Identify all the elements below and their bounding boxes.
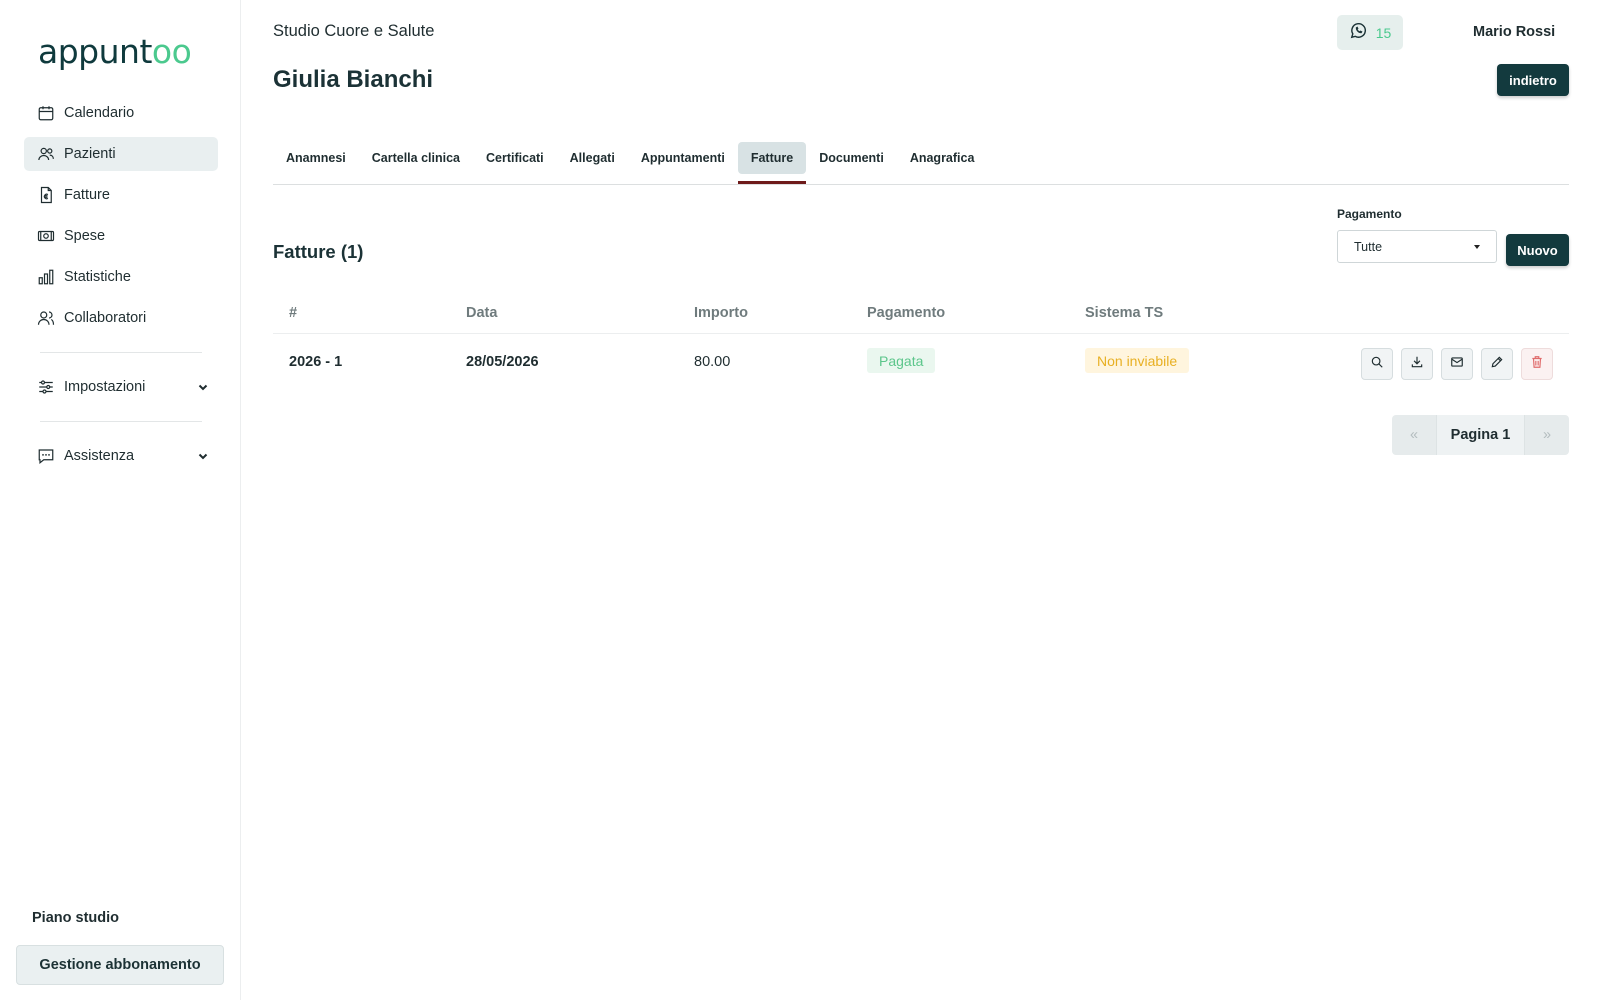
chat-icon (36, 446, 56, 466)
payment-filter-select[interactable]: Tutte (1337, 230, 1497, 263)
tab-fatture[interactable]: Fatture (737, 142, 807, 184)
tab-allegati[interactable]: Allegati (557, 142, 628, 174)
invoice-amount: 80.00 (694, 354, 731, 370)
invoice-date: 28/05/2026 (466, 354, 539, 370)
invoices-table: # Data Importo Pagamento Sistema TS 2026… (273, 296, 1569, 392)
invoice-euro-icon (36, 185, 56, 205)
tab-anamnesi[interactable]: Anamnesi (273, 142, 359, 174)
table-header: # Data Importo Pagamento Sistema TS (273, 296, 1569, 334)
section-title: Fatture (1) (273, 241, 364, 262)
tab-appuntamenti[interactable]: Appuntamenti (628, 142, 738, 174)
tab-certificati[interactable]: Certificati (473, 142, 557, 174)
sidebar-item-assistenza[interactable]: Assistenza (24, 439, 218, 473)
sliders-icon (36, 377, 56, 397)
email-button[interactable] (1441, 348, 1473, 380)
studio-name: Studio Cuore e Salute (273, 22, 435, 40)
column-header-ts: Sistema TS (1085, 305, 1164, 321)
chevron-down-icon[interactable] (196, 449, 210, 463)
banknote-icon (36, 226, 56, 246)
whatsapp-icon (1349, 21, 1368, 45)
collaborators-icon (36, 308, 56, 328)
download-icon (1410, 355, 1424, 374)
users-icon (36, 144, 56, 164)
row-actions (1361, 348, 1553, 380)
bar-chart-icon (36, 267, 56, 287)
tab-anagrafica[interactable]: Anagrafica (897, 142, 988, 174)
table-row[interactable]: 2026 - 1 28/05/2026 80.00 Pagata Non inv… (273, 334, 1569, 392)
sidebar-item-label: Calendario (64, 105, 135, 121)
sidebar: appuntoo Calendario Pazienti Fatture Spe… (0, 0, 241, 1000)
payment-filter-label: Pagamento (1337, 207, 1402, 221)
sidebar-item-collaboratori[interactable]: Collaboratori (24, 301, 218, 335)
delete-button[interactable] (1521, 348, 1553, 380)
trash-icon (1530, 355, 1544, 374)
sidebar-item-label: Assistenza (64, 448, 135, 464)
whatsapp-badge[interactable]: 15 (1337, 15, 1403, 50)
new-invoice-button[interactable]: Nuovo (1506, 234, 1569, 266)
sidebar-item-fatture[interactable]: Fatture (24, 178, 218, 212)
sidebar-item-impostazioni[interactable]: Impostazioni (24, 370, 218, 404)
prev-page-button[interactable]: « (1392, 415, 1436, 455)
ts-status-badge: Non inviabile (1085, 348, 1190, 373)
column-header-date: Data (466, 305, 498, 321)
sidebar-item-label: Spese (64, 228, 106, 244)
chevron-down-icon[interactable] (196, 380, 210, 394)
patient-tabs: Anamnesi Cartella clinica Certificati Al… (273, 142, 1569, 185)
column-header-number: # (289, 305, 298, 321)
plan-title: Piano studio (32, 910, 119, 926)
sidebar-nav: Calendario Pazienti Fatture Spese Statis… (24, 96, 218, 480)
download-button[interactable] (1401, 348, 1433, 380)
payment-status-badge: Pagata (867, 348, 936, 373)
divider (40, 421, 202, 422)
tab-documenti[interactable]: Documenti (806, 142, 897, 174)
app-logo[interactable]: appuntoo (38, 32, 192, 71)
tab-cartella-clinica[interactable]: Cartella clinica (359, 142, 473, 174)
sidebar-item-statistiche[interactable]: Statistiche (24, 260, 218, 294)
column-header-amount: Importo (694, 305, 748, 321)
user-name[interactable]: Mario Rossi (1473, 24, 1555, 40)
divider (40, 352, 202, 353)
page-title: Giulia Bianchi (273, 66, 434, 93)
sidebar-item-label: Pazienti (64, 146, 116, 162)
search-icon (1370, 355, 1384, 374)
sidebar-item-label: Collaboratori (64, 310, 147, 326)
manage-subscription-button[interactable]: Gestione abbonamento (16, 945, 224, 985)
pencil-icon (1490, 355, 1504, 374)
mail-icon (1450, 355, 1464, 374)
sidebar-item-spese[interactable]: Spese (24, 219, 218, 253)
invoice-number: 2026 - 1 (289, 354, 343, 370)
whatsapp-count: 15 (1375, 24, 1392, 41)
column-header-payment: Pagamento (867, 305, 946, 321)
edit-button[interactable] (1481, 348, 1513, 380)
caret-down-icon (1474, 245, 1480, 249)
sidebar-item-label: Fatture (64, 187, 110, 203)
sidebar-item-calendario[interactable]: Calendario (24, 96, 218, 130)
sidebar-item-label: Statistiche (64, 269, 131, 285)
view-button[interactable] (1361, 348, 1393, 380)
current-page: Pagina 1 (1436, 415, 1525, 455)
payment-filter-value: Tutte (1354, 239, 1383, 254)
sidebar-item-pazienti[interactable]: Pazienti (24, 137, 218, 171)
back-button[interactable]: indietro (1497, 64, 1569, 96)
calendar-icon (36, 103, 56, 123)
sidebar-item-label: Impostazioni (64, 379, 146, 395)
pagination: « Pagina 1 » (1392, 415, 1569, 455)
next-page-button[interactable]: » (1525, 415, 1569, 455)
